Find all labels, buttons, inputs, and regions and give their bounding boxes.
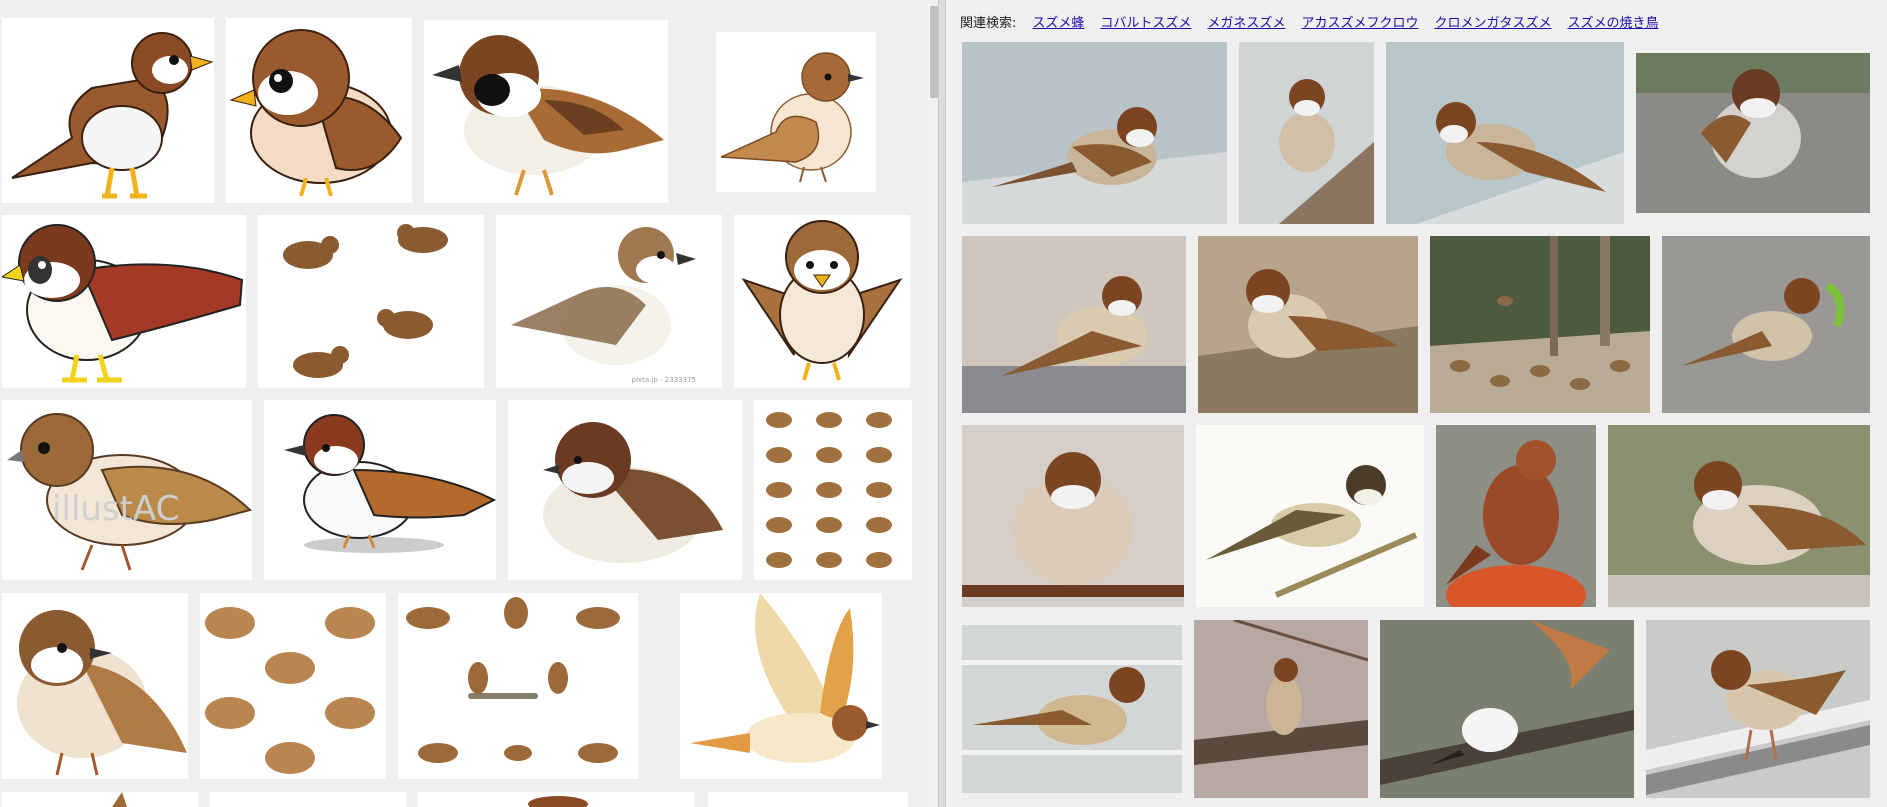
related-link-akasuzume-fukurou[interactable]: アカスズメフクロウ	[1301, 12, 1418, 31]
result-image-20[interactable]	[708, 792, 908, 807]
sparrow-photo-icon	[1636, 53, 1870, 213]
sparrow-photo-icon	[1239, 42, 1374, 224]
sparrow-illustration-icon	[716, 32, 876, 192]
sparrow-illustration-icon	[2, 215, 246, 388]
sparrow-flying-illustration-icon	[680, 593, 882, 779]
sparrow-front-illustration-icon	[734, 215, 910, 388]
photo-result-16[interactable]	[1646, 620, 1870, 798]
photo-result-13[interactable]	[962, 625, 1182, 793]
photo-result-14[interactable]	[1194, 620, 1368, 798]
sparrow-photo-icon	[1662, 236, 1870, 413]
white-bird-photo-icon	[1380, 620, 1634, 798]
photo-result-12[interactable]	[1608, 425, 1870, 607]
result-image-19[interactable]	[418, 792, 694, 807]
photo-result-1[interactable]	[962, 42, 1227, 224]
sparrow-photo-icon	[1194, 620, 1368, 798]
sparrow-illustration-icon	[226, 18, 412, 203]
sparrow-illustration-icon	[2, 792, 198, 807]
illustration-results-pane: pixta.jp - 2333375 illustAC	[0, 0, 938, 807]
sparrow-flock-photo-icon	[1430, 236, 1650, 413]
pixta-watermark: pixta.jp - 2333375	[632, 376, 696, 384]
result-image-18[interactable]	[210, 792, 406, 807]
sparrow-illustration-icon	[264, 400, 496, 580]
sparrow-photo-icon	[962, 425, 1184, 607]
related-link-suzume-yakitori[interactable]: スズメの焼き鳥	[1567, 12, 1658, 31]
sparrow-photo-icon	[962, 625, 1182, 793]
photo-result-8[interactable]	[1662, 236, 1870, 413]
photo-result-6[interactable]	[1198, 236, 1418, 413]
related-search-bar: 関連検索: スズメ蜂 コバルトスズメ メガネスズメ アカスズメフクロウ クロメン…	[960, 10, 1658, 32]
related-link-megane-suzume[interactable]: メガネスズメ	[1207, 12, 1285, 31]
sparrow-illustration-icon	[2, 18, 214, 203]
result-image-2[interactable]	[226, 18, 412, 203]
result-image-7[interactable]: pixta.jp - 2333375	[496, 215, 722, 388]
result-image-6[interactable]	[258, 215, 484, 388]
result-image-9[interactable]: illustAC	[2, 400, 252, 580]
sparrow-photo-icon	[1608, 425, 1870, 607]
photo-result-2[interactable]	[1239, 42, 1374, 224]
related-link-kuromengata-suzume[interactable]: クロメンガタスズメ	[1434, 12, 1551, 31]
sparrow-illustration-icon	[418, 792, 694, 807]
sparrow-photo-icon	[962, 42, 1227, 224]
sparrow-pattern-illustration-icon	[200, 593, 386, 779]
result-image-8[interactable]	[734, 215, 910, 388]
photo-result-11[interactable]	[1436, 425, 1596, 607]
sparrow-pattern-illustration-icon	[754, 400, 912, 580]
illustac-watermark: illustAC	[52, 489, 179, 529]
result-image-10[interactable]	[264, 400, 496, 580]
related-link-suzumebachi[interactable]: スズメ蜂	[1032, 12, 1084, 31]
photo-result-5[interactable]	[962, 236, 1186, 413]
sparrow-illustration-icon: illustAC	[2, 400, 252, 580]
result-image-15[interactable]	[398, 593, 638, 779]
photo-result-3[interactable]	[1386, 42, 1624, 224]
result-image-13[interactable]	[2, 593, 188, 779]
photo-result-9[interactable]	[962, 425, 1184, 607]
sparrow-painting-icon	[1196, 425, 1424, 607]
result-image-1[interactable]	[2, 18, 214, 203]
result-image-12[interactable]	[754, 400, 912, 580]
sparrow-illustration-icon	[708, 792, 908, 807]
sparrow-illustration-icon	[2, 593, 188, 779]
sparrow-fluffy-illustration-icon	[508, 400, 742, 580]
related-link-cobalt-suzume[interactable]: コバルトスズメ	[1100, 12, 1191, 31]
result-image-14[interactable]	[200, 593, 386, 779]
sparrow-photo-icon	[1386, 42, 1624, 224]
sparrow-photo-icon	[1646, 620, 1870, 798]
sparrow-photo-icon	[1198, 236, 1418, 413]
result-image-5[interactable]	[2, 215, 246, 388]
related-search-label: 関連検索:	[960, 15, 1017, 31]
result-image-4[interactable]	[716, 32, 876, 192]
result-image-16[interactable]	[680, 593, 882, 779]
photo-result-15[interactable]	[1380, 620, 1634, 798]
sparrow-illustration-icon	[210, 792, 406, 807]
sparrow-photo-icon	[962, 236, 1186, 413]
brown-bird-photo-icon	[1436, 425, 1596, 607]
result-image-11[interactable]	[508, 400, 742, 580]
sparrow-illustration-icon	[424, 20, 668, 203]
sparrow-group-illustration-icon	[398, 593, 638, 779]
result-image-3[interactable]	[424, 20, 668, 203]
sparrow-group-illustration-icon	[258, 215, 484, 388]
sparrow-sketch-illustration-icon: pixta.jp - 2333375	[496, 215, 722, 388]
photo-result-4[interactable]	[1636, 53, 1870, 213]
photo-result-10[interactable]	[1196, 425, 1424, 607]
result-image-17[interactable]	[2, 792, 198, 807]
pane-divider[interactable]	[938, 0, 946, 807]
photo-result-7[interactable]	[1430, 236, 1650, 413]
